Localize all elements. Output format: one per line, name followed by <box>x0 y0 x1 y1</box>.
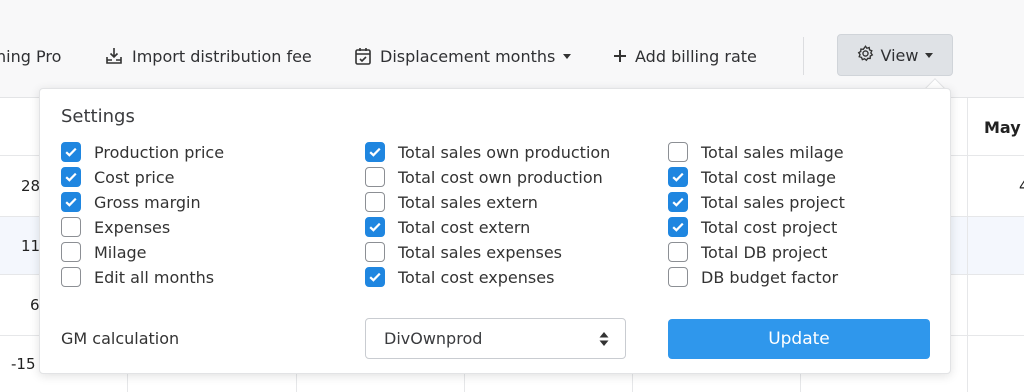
checkbox-label: Gross margin <box>94 192 201 212</box>
checkbox-label: Total sales expenses <box>398 242 562 262</box>
checkbox-box[interactable] <box>61 242 81 262</box>
checkbox-total-cost-milage[interactable]: Total cost milage <box>668 166 836 188</box>
checkbox-milage[interactable]: Milage <box>61 241 147 263</box>
table-cell: -15 <box>11 355 36 373</box>
checkbox-label: Milage <box>94 242 147 262</box>
add-billing-rate-button[interactable]: Add billing rate <box>613 44 757 68</box>
sort-arrows-icon <box>599 331 609 351</box>
checkbox-label: DB budget factor <box>701 267 839 287</box>
checkbox-label: Total cost milage <box>701 167 837 187</box>
checkbox-box[interactable] <box>365 217 385 237</box>
column-header-may: May <box>984 118 1021 137</box>
gear-icon <box>857 44 874 66</box>
checkbox-box[interactable] <box>668 142 688 162</box>
view-button-label: View <box>880 45 919 65</box>
checkbox-total-sales-expenses[interactable]: Total sales expenses <box>365 241 562 263</box>
gm-calculation-value: DivOwnprod <box>384 329 483 348</box>
checkbox-label: Expenses <box>94 217 171 237</box>
checkbox-box[interactable] <box>61 217 81 237</box>
checkmark-icon <box>672 172 684 182</box>
checkbox-box[interactable] <box>668 217 688 237</box>
toolbar: ning Pro Import distribution fee Displac… <box>0 0 1024 98</box>
gm-calculation-select[interactable]: DivOwnprod <box>365 318 626 359</box>
view-button[interactable]: View <box>837 34 953 76</box>
checkmark-icon <box>369 222 381 232</box>
view-settings-dropdown: Settings Production price Cost price Gross… <box>39 88 951 374</box>
settings-title: Settings <box>61 106 135 127</box>
checkbox-total-sales-project[interactable]: Total sales project <box>668 191 845 213</box>
import-icon <box>104 46 124 66</box>
toolbar-item-label: Import distribution fee <box>132 46 312 66</box>
checkbox-production-price[interactable]: Production price <box>61 141 224 163</box>
update-button[interactable]: Update <box>668 319 930 359</box>
gm-calculation-label: GM calculation <box>61 329 180 348</box>
checkbox-label: Total sales extern <box>398 192 538 212</box>
checkbox-box[interactable] <box>365 242 385 262</box>
checkbox-box[interactable] <box>365 142 385 162</box>
checkbox-label: Total cost extern <box>398 217 531 237</box>
checkbox-label: Cost price <box>94 167 175 187</box>
checkbox-label: Total sales own production <box>398 142 611 162</box>
checkmark-icon <box>369 272 381 282</box>
checkbox-edit-all-months[interactable]: Edit all months <box>61 266 214 288</box>
toolbar-divider <box>803 37 804 75</box>
checkbox-box[interactable] <box>61 142 81 162</box>
toolbar-item-label: Displacement months <box>380 46 556 66</box>
table-column-divider <box>967 98 968 392</box>
checkbox-label: Production price <box>94 142 225 162</box>
checkbox-total-sales-milage[interactable]: Total sales milage <box>668 141 844 163</box>
checkbox-label: Total sales project <box>701 192 845 212</box>
checkbox-box[interactable] <box>365 267 385 287</box>
toolbar-item-label: Add billing rate <box>635 46 757 66</box>
checkbox-box[interactable] <box>668 167 688 187</box>
checkmark-icon <box>65 197 77 207</box>
displacement-months-dropdown[interactable]: Displacement months <box>354 44 572 68</box>
plus-icon <box>613 49 627 63</box>
caret-down-icon <box>563 53 572 59</box>
checkbox-expenses[interactable]: Expenses <box>61 216 170 238</box>
table-cell: 4 <box>1019 177 1024 195</box>
checkbox-label: Total cost expenses <box>398 267 555 287</box>
calendar-icon <box>354 46 372 66</box>
checkbox-box[interactable] <box>61 267 81 287</box>
checkbox-box[interactable] <box>61 167 81 187</box>
checkbox-total-sales-own-production[interactable]: Total sales own production <box>365 141 610 163</box>
checkbox-total-cost-extern[interactable]: Total cost extern <box>365 216 530 238</box>
checkbox-db-budget-factor[interactable]: DB budget factor <box>668 266 838 288</box>
checkbox-box[interactable] <box>365 167 385 187</box>
checkmark-icon <box>369 147 381 157</box>
checkbox-box[interactable] <box>668 242 688 262</box>
checkbox-total-sales-extern[interactable]: Total sales extern <box>365 191 538 213</box>
checkbox-label: Total cost project <box>701 217 838 237</box>
checkbox-label: Total sales milage <box>701 142 844 162</box>
table-cell: 28 <box>21 177 41 195</box>
checkbox-total-cost-project[interactable]: Total cost project <box>668 216 837 238</box>
caret-down-icon <box>925 52 934 58</box>
checkbox-total-cost-own-production[interactable]: Total cost own production <box>365 166 603 188</box>
toolbar-item-planning-pro[interactable]: ning Pro <box>0 44 61 68</box>
checkbox-label: Total cost own production <box>398 167 603 187</box>
checkbox-box[interactable] <box>61 192 81 212</box>
import-distribution-fee-button[interactable]: Import distribution fee <box>104 44 312 68</box>
toolbar-item-label: ning Pro <box>0 46 62 66</box>
checkbox-box[interactable] <box>668 192 688 212</box>
checkbox-cost-price[interactable]: Cost price <box>61 166 174 188</box>
checkbox-gross-margin[interactable]: Gross margin <box>61 191 201 213</box>
checkbox-label: Total DB project <box>701 242 828 262</box>
table-cell: 11 <box>21 237 41 255</box>
checkbox-box[interactable] <box>365 192 385 212</box>
checkmark-icon <box>672 222 684 232</box>
checkmark-icon <box>65 172 77 182</box>
checkmark-icon <box>65 147 77 157</box>
checkbox-box[interactable] <box>668 267 688 287</box>
checkbox-total-db-project[interactable]: Total DB project <box>668 241 827 263</box>
checkbox-total-cost-expenses[interactable]: Total cost expenses <box>365 266 554 288</box>
checkmark-icon <box>672 197 684 207</box>
checkbox-label: Edit all months <box>94 267 215 287</box>
